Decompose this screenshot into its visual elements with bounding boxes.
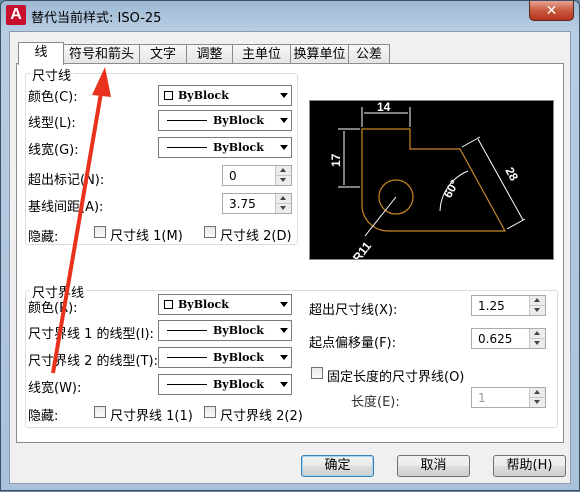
dimline-lineweight-label: 线宽(G): xyxy=(28,143,79,158)
dimline-color-label: 颜色(C): xyxy=(28,90,78,105)
extline-lineweight-select[interactable]: ByBlock xyxy=(158,374,292,395)
cancel-button[interactable]: 取消 xyxy=(397,455,470,477)
length-stepper[interactable]: 1 xyxy=(471,387,546,408)
help-button[interactable]: 帮助(H) xyxy=(493,455,566,477)
line-sample-icon xyxy=(167,357,207,358)
preview-dim-top: 14 xyxy=(377,101,391,114)
dimline-suppress-label: 隐藏: xyxy=(28,230,59,245)
autocad-logo-icon: A xyxy=(6,5,26,25)
dimline-color-select[interactable]: ByBlock xyxy=(158,85,292,106)
dropdown-arrow-icon xyxy=(280,302,288,307)
tab-lines[interactable]: 线 xyxy=(18,42,64,65)
extline2-linetype-value: ByBlock xyxy=(213,351,264,364)
spin-down-icon[interactable] xyxy=(276,176,291,185)
spin-up-icon[interactable] xyxy=(530,329,545,339)
extend-beyond-value: 1.25 xyxy=(478,299,505,313)
spin-down-icon[interactable] xyxy=(530,398,545,407)
dimline-linetype-label: 线型(L): xyxy=(28,116,76,131)
dropdown-arrow-icon xyxy=(280,145,288,150)
dimline-linetype-value: ByBlock xyxy=(213,114,264,127)
dropdown-arrow-icon xyxy=(280,328,288,333)
fixed-length-checkbox[interactable] xyxy=(311,367,323,379)
group-title-dimension-lines: 尺寸线 xyxy=(30,65,74,84)
preview-dim-left: 17 xyxy=(329,153,343,167)
color-swatch-icon xyxy=(164,300,173,309)
extend-ticks-stepper[interactable]: 0 xyxy=(222,165,292,186)
suppress-extline1-label: 尺寸界线 1(1) xyxy=(110,409,193,424)
extend-ticks-value: 0 xyxy=(229,169,237,183)
length-label: 长度(E): xyxy=(351,395,400,410)
extline-color-select[interactable]: ByBlock xyxy=(158,294,292,315)
window-title: 替代当前样式: ISO-25 xyxy=(31,11,162,26)
spin-up-icon[interactable] xyxy=(530,388,545,398)
baseline-spacing-label: 基线间距(A): xyxy=(28,200,104,215)
dimline-lineweight-value: ByBlock xyxy=(213,141,264,154)
extline2-linetype-select[interactable]: ByBlock xyxy=(158,347,292,368)
dimline-color-value: ByBlock xyxy=(178,89,229,102)
baseline-spacing-stepper[interactable]: 3.75 xyxy=(222,193,292,214)
preview-dim-right: 28 xyxy=(502,165,521,184)
dropdown-arrow-icon xyxy=(280,93,288,98)
dimline-linetype-select[interactable]: ByBlock xyxy=(158,110,292,131)
extend-ticks-label: 超出标记(N): xyxy=(28,173,105,188)
dropdown-arrow-icon xyxy=(280,355,288,360)
color-swatch-icon xyxy=(164,91,173,100)
baseline-spacing-value: 3.75 xyxy=(229,197,256,211)
tab-fit[interactable]: 调整 xyxy=(186,44,233,64)
origin-offset-stepper[interactable]: 0.625 xyxy=(471,328,546,349)
title-bar[interactable]: A 替代当前样式: ISO-25 ✕ xyxy=(1,1,579,29)
close-button[interactable]: ✕ xyxy=(529,1,574,21)
dialog-body: 线 符号和箭头 文字 调整 主单位 换算单位 公差 尺寸线 颜色(C): ByB… xyxy=(9,31,571,484)
line-sample-icon xyxy=(167,120,207,121)
suppress-extline2-label: 尺寸界线 2(2) xyxy=(220,409,303,424)
dropdown-arrow-icon xyxy=(280,118,288,123)
spin-down-icon[interactable] xyxy=(276,204,291,213)
tab-symbols-arrows[interactable]: 符号和箭头 xyxy=(63,44,140,64)
tab-panel-lines: 尺寸线 颜色(C): ByBlock 线型(L): ByBlock 线宽(G):… xyxy=(16,63,564,443)
extline1-linetype-select[interactable]: ByBlock xyxy=(158,320,292,341)
suppress-extline1-checkbox[interactable] xyxy=(94,406,106,418)
preview-dim-radius: R11 xyxy=(350,239,374,259)
extend-beyond-stepper[interactable]: 1.25 xyxy=(471,295,546,316)
extline1-linetype-value: ByBlock xyxy=(213,324,264,337)
extline-lineweight-label: 线宽(W): xyxy=(28,381,82,396)
fixed-length-label: 固定长度的尺寸界线(O) xyxy=(327,370,465,385)
suppress-dimline1-checkbox[interactable] xyxy=(94,226,106,238)
spin-up-icon[interactable] xyxy=(276,166,291,176)
suppress-dimline2-label: 尺寸线 2(D) xyxy=(220,229,292,244)
extend-beyond-label: 超出尺寸线(X): xyxy=(309,303,398,318)
dropdown-arrow-icon xyxy=(280,382,288,387)
line-sample-icon xyxy=(167,384,207,385)
tab-text[interactable]: 文字 xyxy=(139,44,187,64)
dimension-preview: 14 17 60° 28 R11 xyxy=(309,100,554,260)
suppress-dimline1-label: 尺寸线 1(M) xyxy=(110,229,183,244)
length-value: 1 xyxy=(478,391,486,405)
spin-up-icon[interactable] xyxy=(530,296,545,306)
spin-down-icon[interactable] xyxy=(530,339,545,348)
ok-button[interactable]: 确定 xyxy=(301,455,374,477)
origin-offset-value: 0.625 xyxy=(478,332,513,346)
tab-primary-units[interactable]: 主单位 xyxy=(232,44,291,64)
spin-up-icon[interactable] xyxy=(276,194,291,204)
preview-dim-angle: 60° xyxy=(441,177,462,200)
line-sample-icon xyxy=(167,330,207,331)
extline-color-label: 颜色(R): xyxy=(28,301,78,316)
extline2-linetype-label: 尺寸界线 2 的线型(T): xyxy=(28,354,159,369)
origin-offset-label: 起点偏移量(F): xyxy=(309,336,397,351)
tab-alternate-units[interactable]: 换算单位 xyxy=(290,44,349,64)
extline-suppress-label: 隐藏: xyxy=(28,409,59,424)
extline-color-value: ByBlock xyxy=(178,298,229,311)
suppress-dimline2-checkbox[interactable] xyxy=(204,226,216,238)
spin-down-icon[interactable] xyxy=(530,306,545,315)
dimline-lineweight-select[interactable]: ByBlock xyxy=(158,137,292,158)
dialog-window: A 替代当前样式: ISO-25 ✕ 线 符号和箭头 文字 调整 主单位 换算单… xyxy=(0,0,580,491)
extline1-linetype-label: 尺寸界线 1 的线型(I): xyxy=(28,327,154,342)
suppress-extline2-checkbox[interactable] xyxy=(204,406,216,418)
line-sample-icon xyxy=(167,147,207,148)
tab-tolerances[interactable]: 公差 xyxy=(348,44,390,64)
extline-lineweight-value: ByBlock xyxy=(213,378,264,391)
